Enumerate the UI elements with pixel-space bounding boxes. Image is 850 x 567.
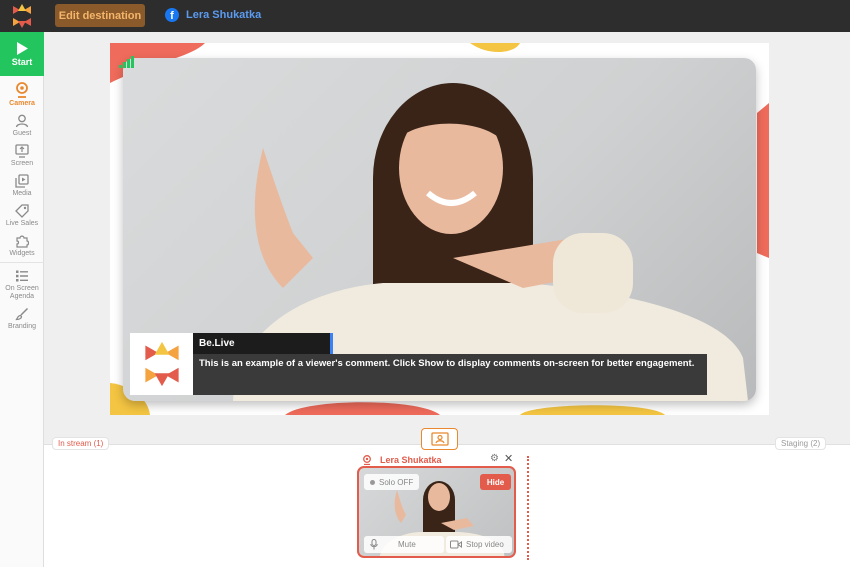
sidebar-item-guest[interactable]: Guest: [0, 108, 44, 138]
solo-status-dot: [370, 479, 375, 485]
facebook-icon: f: [165, 8, 179, 22]
guest-card[interactable]: Solo OFF Hide Mute Stop video: [357, 466, 516, 558]
sidebar-item-on-screen-agenda[interactable]: On Screen Agenda: [0, 263, 44, 301]
hide-button[interactable]: Hide: [480, 474, 511, 490]
destination-link[interactable]: f Lera Shukatka: [165, 8, 261, 22]
solo-label: Solo OFF: [379, 477, 414, 487]
start-label: Start: [11, 56, 33, 67]
guest-name: Lera Shukatka: [380, 454, 442, 465]
sidebar-item-label: Widgets: [9, 250, 35, 257]
brush-icon: [15, 307, 29, 321]
stream-divider: [527, 456, 529, 560]
tab-in-stream[interactable]: In stream (1): [52, 437, 110, 450]
camera-icon: [16, 82, 28, 98]
play-icon: [17, 41, 28, 55]
comment-text: This is an example of a viewer's comment…: [193, 354, 707, 395]
sidebar-item-screen[interactable]: Screen: [0, 138, 44, 168]
belive-logo-icon: [144, 341, 179, 387]
sidebar-item-label: Camera: [9, 100, 35, 107]
sidebar-item-label: Live Sales: [5, 220, 39, 227]
comment-author-logo: [130, 333, 193, 395]
video-camera-icon: [450, 540, 462, 549]
puzzle-icon: [16, 235, 29, 248]
mute-button[interactable]: Mute: [364, 536, 444, 553]
list-icon: [16, 270, 28, 282]
sidebar-item-label: Screen: [10, 160, 34, 167]
mute-label: Mute: [398, 540, 416, 549]
single-guest-layout-button[interactable]: [421, 428, 458, 450]
media-icon: [15, 174, 29, 188]
sidebar-item-label: Media: [12, 190, 32, 197]
top-bar: Edit destination f Lera Shukatka: [0, 0, 850, 32]
sidebar-item-branding[interactable]: Branding: [0, 301, 44, 331]
microphone-icon: [370, 539, 378, 550]
guest-layout-icon: [430, 432, 449, 446]
edit-destination-button[interactable]: Edit destination: [55, 4, 145, 27]
sidebar-item-media[interactable]: Media: [0, 168, 44, 198]
destination-name: Lera Shukatka: [186, 9, 262, 21]
belive-logo-icon: [9, 4, 35, 28]
sidebar-item-widgets[interactable]: Widgets: [0, 228, 44, 258]
comment-author-name: Be.Live: [193, 333, 333, 354]
close-icon[interactable]: ✕: [504, 452, 513, 465]
start-button[interactable]: Start: [0, 32, 44, 76]
guest-card-header: Lera Shukatka ⚙ ✕: [362, 453, 516, 466]
gear-icon[interactable]: ⚙: [490, 453, 499, 464]
guest-icon: [15, 114, 29, 128]
sidebar-item-label: Guest: [12, 130, 32, 137]
sidebar-item-camera[interactable]: Camera: [0, 76, 44, 108]
solo-toggle[interactable]: Solo OFF: [364, 474, 420, 490]
sidebar-item-label: Branding: [7, 323, 37, 330]
sidebar-item-label: On Screen Agenda: [5, 285, 39, 300]
signal-strength-icon: [119, 56, 134, 68]
stream-preview: Be.Live This is an example of a viewer's…: [110, 43, 769, 415]
sidebar-item-live-sales[interactable]: Live Sales: [0, 198, 44, 228]
stop-video-label: Stop video: [466, 540, 504, 549]
screen-icon: [15, 144, 29, 158]
stop-video-button[interactable]: Stop video: [446, 536, 512, 553]
tag-icon: [15, 204, 29, 218]
camera-icon: [363, 454, 371, 465]
tab-staging[interactable]: Staging (2): [775, 437, 827, 450]
sidebar: Start Camera Guest Screen Media Live Sal…: [0, 32, 44, 567]
